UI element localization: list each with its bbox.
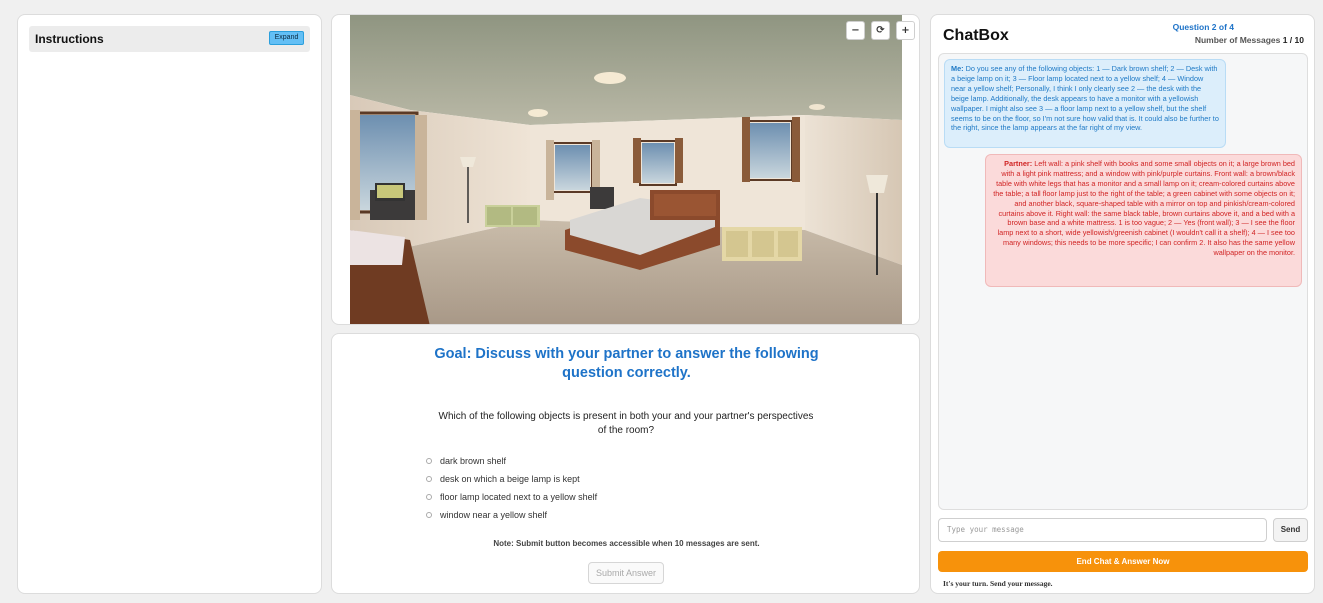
goal-title-line2: question correctly. <box>562 365 691 381</box>
submit-answer-button[interactable]: Submit Answer <box>588 562 664 584</box>
reset-view-button[interactable]: ⟳ <box>871 21 890 40</box>
send-button[interactable]: Send <box>1273 518 1308 542</box>
goal-title-line1: Goal: Discuss with your partner to answe… <box>434 346 819 362</box>
zoom-in-button[interactable]: + <box>896 21 915 40</box>
answer-option[interactable]: desk on which a beige lamp is kept <box>426 470 597 488</box>
answer-option[interactable]: window near a yellow shelf <box>426 506 597 524</box>
submit-note: Note: Submit button becomes accessible w… <box>493 539 760 548</box>
radio-button[interactable] <box>426 512 432 518</box>
answer-option[interactable]: floor lamp located next to a yellow shel… <box>426 488 597 506</box>
question-progress: Question 2 of 4 <box>1172 22 1234 32</box>
expand-button[interactable]: Expand <box>269 31 304 45</box>
answer-options: dark brown shelf desk on which a beige l… <box>426 452 597 524</box>
room-scene-image <box>350 15 902 324</box>
answer-option[interactable]: dark brown shelf <box>426 452 597 470</box>
instructions-header[interactable]: Instructions Expand <box>29 26 310 52</box>
message-counter-label: Number of Messages <box>1194 35 1281 45</box>
scene-view[interactable]: − ⟳ + <box>331 14 920 325</box>
answer-option-label: floor lamp located next to a yellow shel… <box>440 492 598 502</box>
message-text: Left wall: a pink shelf with books and s… <box>993 159 1295 258</box>
question-panel: Goal: Discuss with your partner to answe… <box>331 333 920 594</box>
message-bubble-me: Me: Do you see any of the following obje… <box>944 59 1226 148</box>
message-sender: Partner: <box>1004 159 1033 168</box>
message-input[interactable]: Type your message <box>938 518 1267 542</box>
chat-panel: ChatBox Question 2 of 4 Number of Messag… <box>930 14 1315 594</box>
question-text: Which of the following objects is presen… <box>416 410 836 438</box>
instructions-panel: Instructions Expand <box>17 14 322 594</box>
message-counter-value: 1 / 10 <box>1282 35 1304 45</box>
answer-option-label: window near a yellow shelf <box>440 510 548 520</box>
end-chat-button[interactable]: End Chat & Answer Now <box>938 551 1308 572</box>
radio-button[interactable] <box>426 494 432 500</box>
answer-option-label: dark brown shelf <box>440 456 507 466</box>
answer-option-label: desk on which a beige lamp is kept <box>440 474 580 484</box>
message-counter: Number of Messages 1 / 10 <box>1195 35 1304 45</box>
chat-title: ChatBox <box>943 27 1009 44</box>
turn-status: It's your turn. Send your message. <box>943 579 1053 588</box>
radio-button[interactable] <box>426 458 432 464</box>
question-line2: of the room? <box>597 425 655 436</box>
goal-title: Goal: Discuss with your partner to answe… <box>332 345 921 383</box>
message-bubble-partner: Partner: Left wall: a pink shelf with bo… <box>985 154 1302 287</box>
message-sender: Me: <box>951 64 964 73</box>
question-line1: Which of the following objects is presen… <box>438 411 814 422</box>
zoom-out-button[interactable]: − <box>846 21 865 40</box>
chat-messages[interactable]: Me: Do you see any of the following obje… <box>938 53 1308 510</box>
message-text: Do you see any of the following objects:… <box>951 64 1219 133</box>
instructions-title: Instructions <box>35 32 104 46</box>
radio-button[interactable] <box>426 476 432 482</box>
